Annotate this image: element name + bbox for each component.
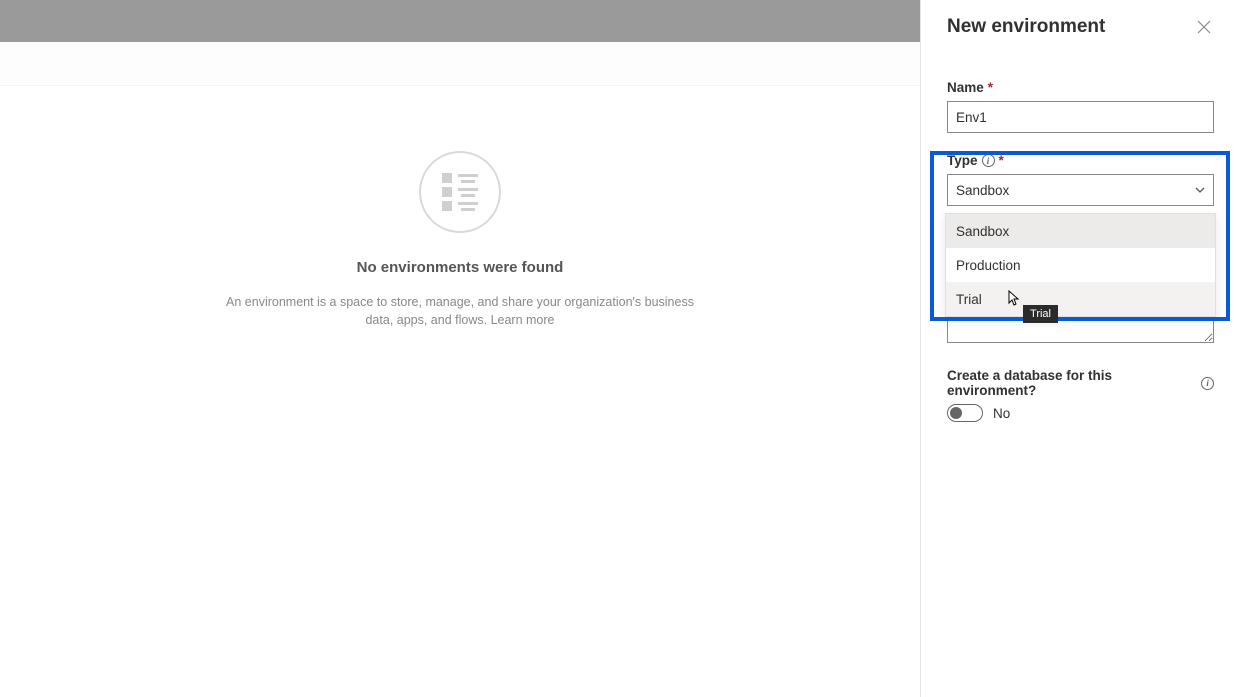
learn-more-link[interactable]: Learn more xyxy=(491,313,555,327)
empty-list-icon xyxy=(419,151,501,233)
info-icon[interactable]: i xyxy=(1201,377,1214,390)
type-field-group: Type i * Sandbox xyxy=(947,153,1214,206)
type-option-trial[interactable]: Trial xyxy=(946,282,1215,316)
type-select[interactable]: Sandbox xyxy=(947,174,1214,206)
type-option-sandbox[interactable]: Sandbox xyxy=(946,214,1215,248)
required-indicator: * xyxy=(999,153,1004,168)
main-empty-state: No environments were found An environmen… xyxy=(0,86,920,697)
empty-state-title: No environments were found xyxy=(357,259,564,276)
name-label: Name xyxy=(947,80,984,95)
panel-header: New environment xyxy=(947,16,1214,38)
panel-title: New environment xyxy=(947,16,1105,38)
name-field-group: Name * xyxy=(947,80,1214,133)
type-dropdown-list: Sandbox Production Trial xyxy=(945,213,1216,317)
close-button[interactable] xyxy=(1194,17,1214,37)
close-icon xyxy=(1197,20,1211,34)
type-selected-value: Sandbox xyxy=(956,183,1009,198)
name-input[interactable] xyxy=(947,101,1214,133)
empty-state-text: An environment is a space to store, mana… xyxy=(226,295,694,327)
create-database-toggle[interactable] xyxy=(947,404,983,422)
type-label: Type xyxy=(947,153,978,168)
empty-state-description: An environment is a space to store, mana… xyxy=(225,294,695,329)
new-environment-panel: New environment Name * Type i * Sandbox … xyxy=(920,0,1240,697)
create-database-group: Create a database for this environment? … xyxy=(947,368,1214,422)
chevron-down-icon xyxy=(1195,184,1205,196)
create-database-label: Create a database for this environment? xyxy=(947,368,1197,398)
required-indicator: * xyxy=(988,80,993,95)
type-option-production[interactable]: Production xyxy=(946,248,1215,282)
toggle-value: No xyxy=(993,406,1010,421)
info-icon[interactable]: i xyxy=(982,154,995,167)
